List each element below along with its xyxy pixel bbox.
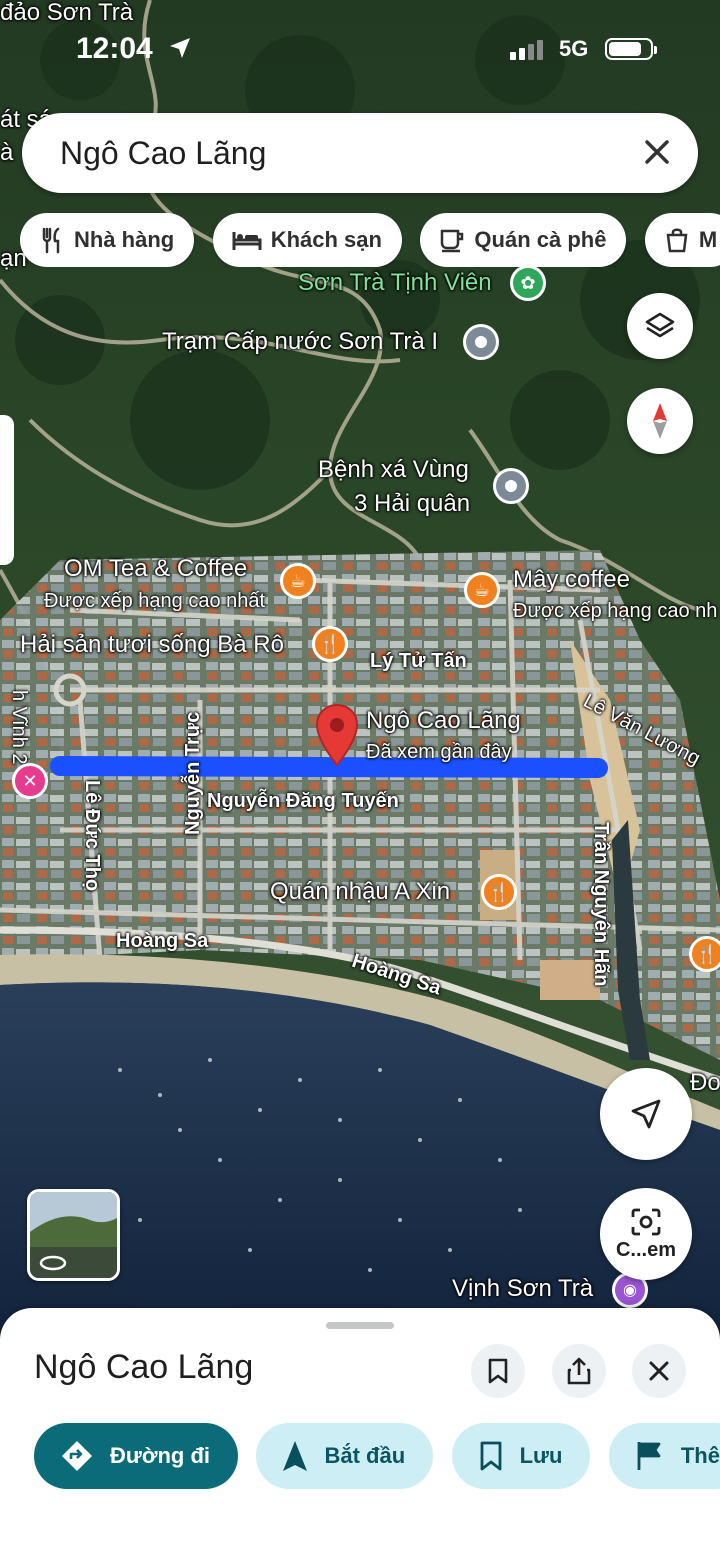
- street-label-hoang-sa: Hoàng Sa: [116, 930, 209, 952]
- coffee-icon: [441, 229, 464, 253]
- street-label-nguyen-dang-tuyen: Nguyễn Đăng Tuyến: [207, 790, 399, 812]
- place-pin-icon[interactable]: [463, 324, 499, 360]
- street-label-ly-tu-tan: Lý Tử Tấn: [370, 650, 467, 672]
- layers-button[interactable]: [627, 293, 693, 359]
- place-label-tinh-vien[interactable]: Sơn Trà Tịnh Viên: [298, 269, 492, 296]
- place-label-may-coffee-rating: Được xếp hạng cao nh: [513, 600, 718, 622]
- battery-icon: [605, 38, 657, 60]
- restaurant-pin-icon[interactable]: 🍴: [312, 626, 348, 662]
- drag-handle[interactable]: [326, 1322, 394, 1329]
- hotel-icon: [232, 232, 262, 250]
- location-arrow-icon: [170, 38, 190, 58]
- chip-label: Quán cà phê: [474, 227, 607, 252]
- selected-place-label[interactable]: Ngô Cao Lãng: [366, 707, 521, 734]
- compass-button[interactable]: [627, 388, 693, 454]
- place-label-edge: Đo: [690, 1069, 720, 1096]
- start-label: Bắt đầu: [324, 1443, 406, 1468]
- layers-icon: [645, 312, 675, 338]
- dining-pin-icon[interactable]: ✕: [12, 763, 48, 799]
- camera-lens-icon: [631, 1208, 661, 1235]
- network-type: 5G: [559, 36, 589, 61]
- camera-search-button[interactable]: C...em: [600, 1188, 692, 1280]
- street-label-le-duc-tho: Lê Đức Thọ: [81, 780, 103, 892]
- chip-hotels[interactable]: Khách sạn: [212, 213, 402, 267]
- place-label-dao-son-tra: đảo Sơn Trà: [0, 0, 134, 26]
- share-icon: [567, 1357, 591, 1385]
- street-view-thumbnail[interactable]: [27, 1189, 120, 1281]
- flag-icon: [637, 1442, 661, 1470]
- selected-place-sub: Đã xem gần đây: [366, 741, 512, 763]
- chip-label: Khách sạn: [270, 227, 382, 252]
- place-label-benh-xa-1[interactable]: Bệnh xá Vùng: [318, 456, 469, 483]
- place-label-om-tea-rating: Được xếp hạng cao nhất: [44, 590, 266, 612]
- action-buttons: Đường đi Bắt đầu Lưu Thê: [34, 1423, 720, 1489]
- directions-icon: [62, 1441, 92, 1471]
- place-label-may-coffee[interactable]: Mây coffee: [513, 566, 630, 593]
- chip-label: M: [698, 227, 718, 252]
- navigation-arrow-icon: [631, 1099, 661, 1129]
- restaurant-pin-icon[interactable]: 🍴: [481, 874, 517, 910]
- my-location-button[interactable]: [600, 1068, 692, 1160]
- signal-icon: [510, 40, 543, 60]
- flower-pin-icon[interactable]: ✿: [510, 265, 546, 301]
- save-action-button[interactable]: Lưu: [451, 1423, 591, 1489]
- chip-restaurants[interactable]: Nhà hàng: [20, 213, 195, 267]
- status-bar: 12:04 5G: [0, 32, 720, 72]
- place-title: Ngô Cao Lãng: [34, 1348, 254, 1386]
- place-label-edge: à: [0, 139, 14, 166]
- close-sheet-button[interactable]: [632, 1344, 686, 1398]
- save-button[interactable]: [471, 1344, 525, 1398]
- directions-button[interactable]: Đường đi: [34, 1423, 238, 1489]
- chip-coffee[interactable]: Quán cà phê: [420, 213, 627, 267]
- place-pin-icon[interactable]: [493, 468, 529, 504]
- camera-search-label: C...em: [615, 1238, 677, 1261]
- bookmark-icon: [488, 1358, 508, 1384]
- side-panel-tab[interactable]: [0, 415, 14, 565]
- place-label-vinh-son-tra[interactable]: Vịnh Sơn Trà: [452, 1275, 593, 1302]
- place-label-benh-xa-2[interactable]: 3 Hải quân: [354, 490, 470, 517]
- compass-icon: [653, 403, 667, 439]
- restaurant-icon: [42, 227, 60, 254]
- street-label-nguyen-truc: Nguyễn Trực: [182, 711, 204, 835]
- close-icon[interactable]: [640, 135, 674, 169]
- category-chips: Nhà hàng Khách sạn Quán cà phê M: [20, 213, 720, 267]
- navigation-icon: [283, 1441, 308, 1471]
- place-label-om-tea[interactable]: OM Tea & Coffee: [64, 555, 247, 582]
- start-button[interactable]: Bắt đầu: [256, 1423, 434, 1489]
- street-label-vinh-2: h Vĩnh 2: [8, 690, 30, 765]
- more-label: Thê: [680, 1443, 720, 1468]
- search-query[interactable]: Ngô Cao Lãng: [60, 135, 266, 172]
- selected-location-pin-icon[interactable]: [315, 703, 359, 767]
- place-label-hai-san[interactable]: Hải sản tươi sống Bà Rô: [20, 631, 284, 658]
- bookmark-icon: [480, 1441, 501, 1471]
- close-icon: [649, 1361, 669, 1381]
- street-label-tran-nguyen-han: Trần Nguyên Hãn: [590, 822, 612, 987]
- restaurant-pin-icon[interactable]: 🍴: [689, 936, 720, 972]
- save-label: Lưu: [519, 1443, 563, 1468]
- status-time: 12:04: [76, 32, 153, 65]
- search-bar[interactable]: Ngô Cao Lãng: [22, 113, 698, 193]
- place-bottom-sheet[interactable]: Ngô Cao Lãng Đường đi Bắt đầu Lưu Thê: [0, 1308, 720, 1560]
- shopping-icon: [666, 228, 688, 253]
- coffee-pin-icon[interactable]: ☕: [280, 563, 316, 599]
- place-label-quan-nhau[interactable]: Quán nhậu A Xin: [270, 878, 450, 905]
- place-label-tram-cap-nuoc[interactable]: Trạm Cấp nước Sơn Trà I: [162, 328, 438, 355]
- chip-shopping[interactable]: M: [644, 213, 720, 267]
- coffee-pin-icon[interactable]: ☕: [464, 572, 500, 608]
- share-button[interactable]: [552, 1344, 606, 1398]
- more-action-button[interactable]: Thê: [608, 1423, 720, 1489]
- chip-label: Nhà hàng: [74, 227, 175, 252]
- rotate-360-icon: [39, 1255, 67, 1271]
- directions-label: Đường đi: [110, 1443, 210, 1468]
